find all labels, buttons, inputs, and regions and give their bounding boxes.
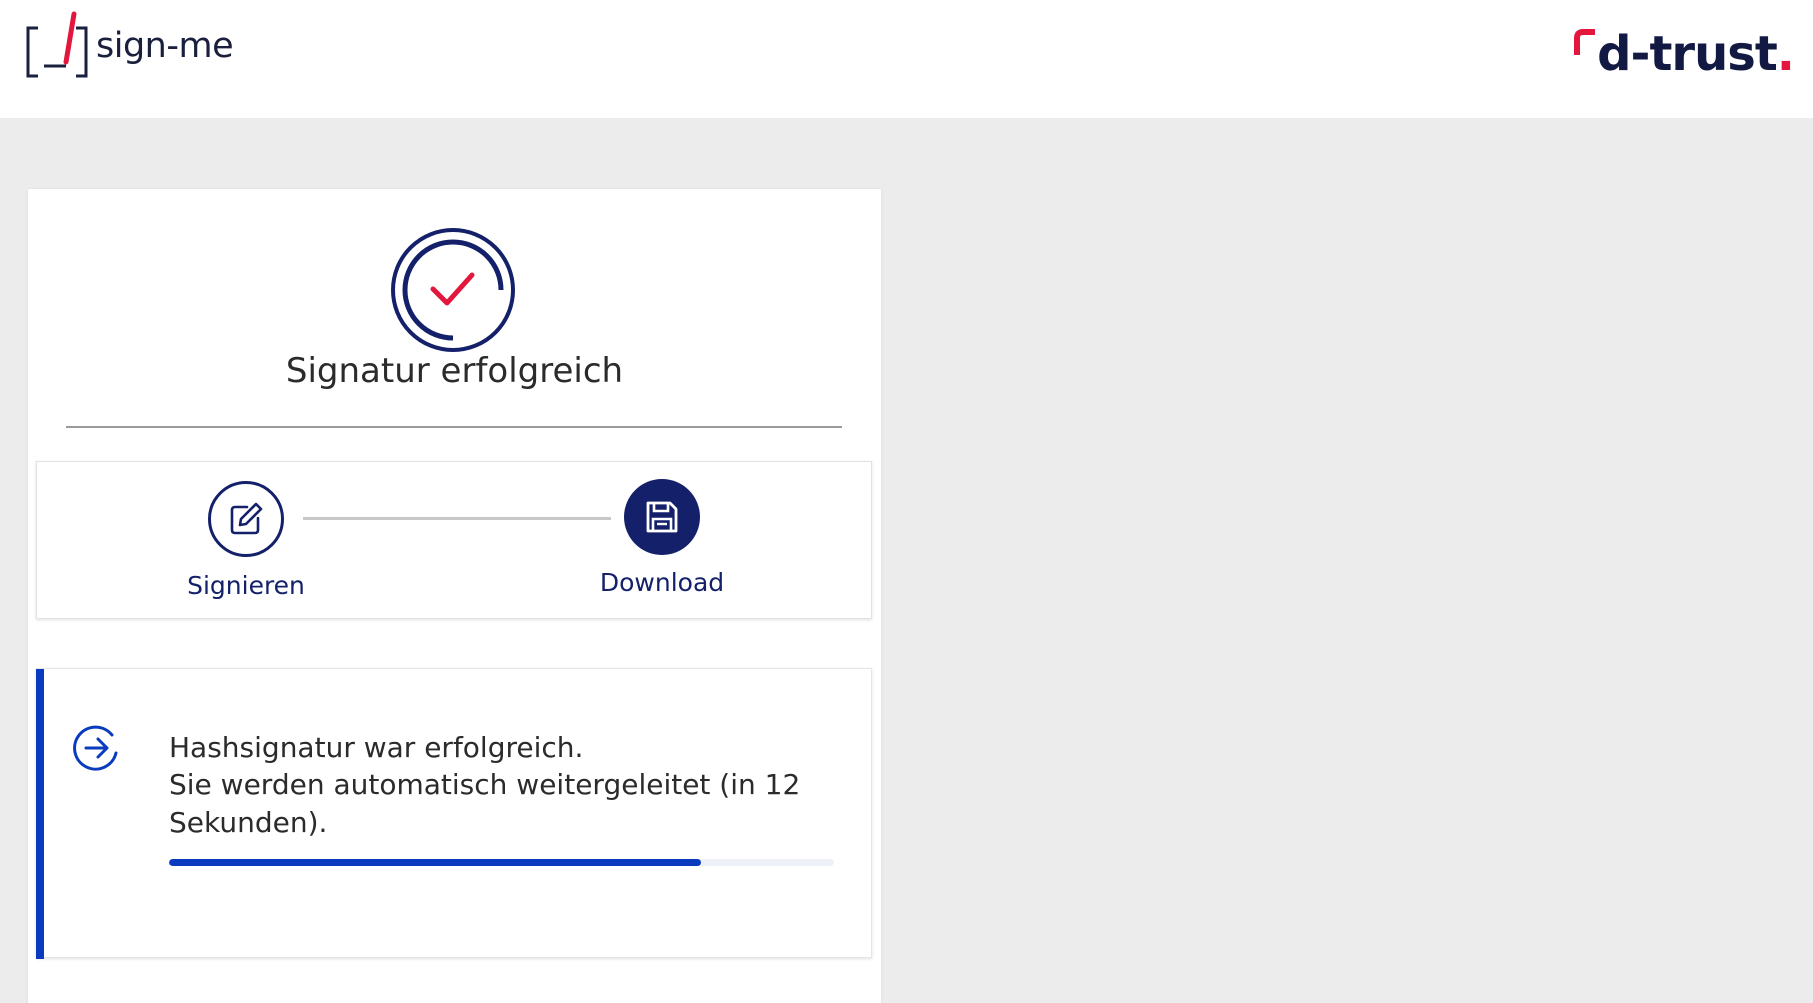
d-trust-logo-mark <box>1574 29 1596 55</box>
d-trust-logo[interactable]: d-trust. <box>1573 18 1795 78</box>
edit-icon <box>230 502 263 535</box>
top-header: sign-me d-trust. <box>0 0 1813 118</box>
sign-me-logo-text: sign-me <box>96 26 234 66</box>
save-icon <box>646 501 678 533</box>
redirect-notice: Hashsignatur war erfolgreich. Sie werden… <box>36 668 872 959</box>
arrow-right-circle-icon <box>73 725 118 771</box>
notice-text-line-1: Hashsignatur war erfolgreich. <box>169 731 584 764</box>
signature-result-card: Signatur erfolgreich Signieren Download <box>28 189 881 1003</box>
step-label-download: Download <box>599 568 725 597</box>
sign-me-logo[interactable]: sign-me <box>26 10 234 80</box>
redirect-progress-fill <box>169 859 701 866</box>
notice-text-line-3: Sekunden). <box>169 806 328 839</box>
stepper-connector <box>303 517 611 520</box>
progress-stepper: Signieren Download <box>36 461 872 619</box>
step-label-signieren: Signieren <box>187 571 305 600</box>
notice-accent-bar <box>36 669 44 959</box>
notice-text-line-2: Sie werden automatisch weitergeleitet (i… <box>169 768 801 801</box>
page-title: Signatur erfolgreich <box>285 351 624 391</box>
sign-me-logo-icon <box>26 11 88 78</box>
redirect-progress-bar <box>169 859 834 866</box>
step-download[interactable] <box>624 479 700 555</box>
d-trust-logo-text: d-trust <box>1597 26 1778 82</box>
check-circle-icon <box>391 228 515 352</box>
d-trust-logo-dot: . <box>1776 26 1795 82</box>
step-signieren[interactable] <box>208 481 284 557</box>
title-divider <box>66 426 842 428</box>
